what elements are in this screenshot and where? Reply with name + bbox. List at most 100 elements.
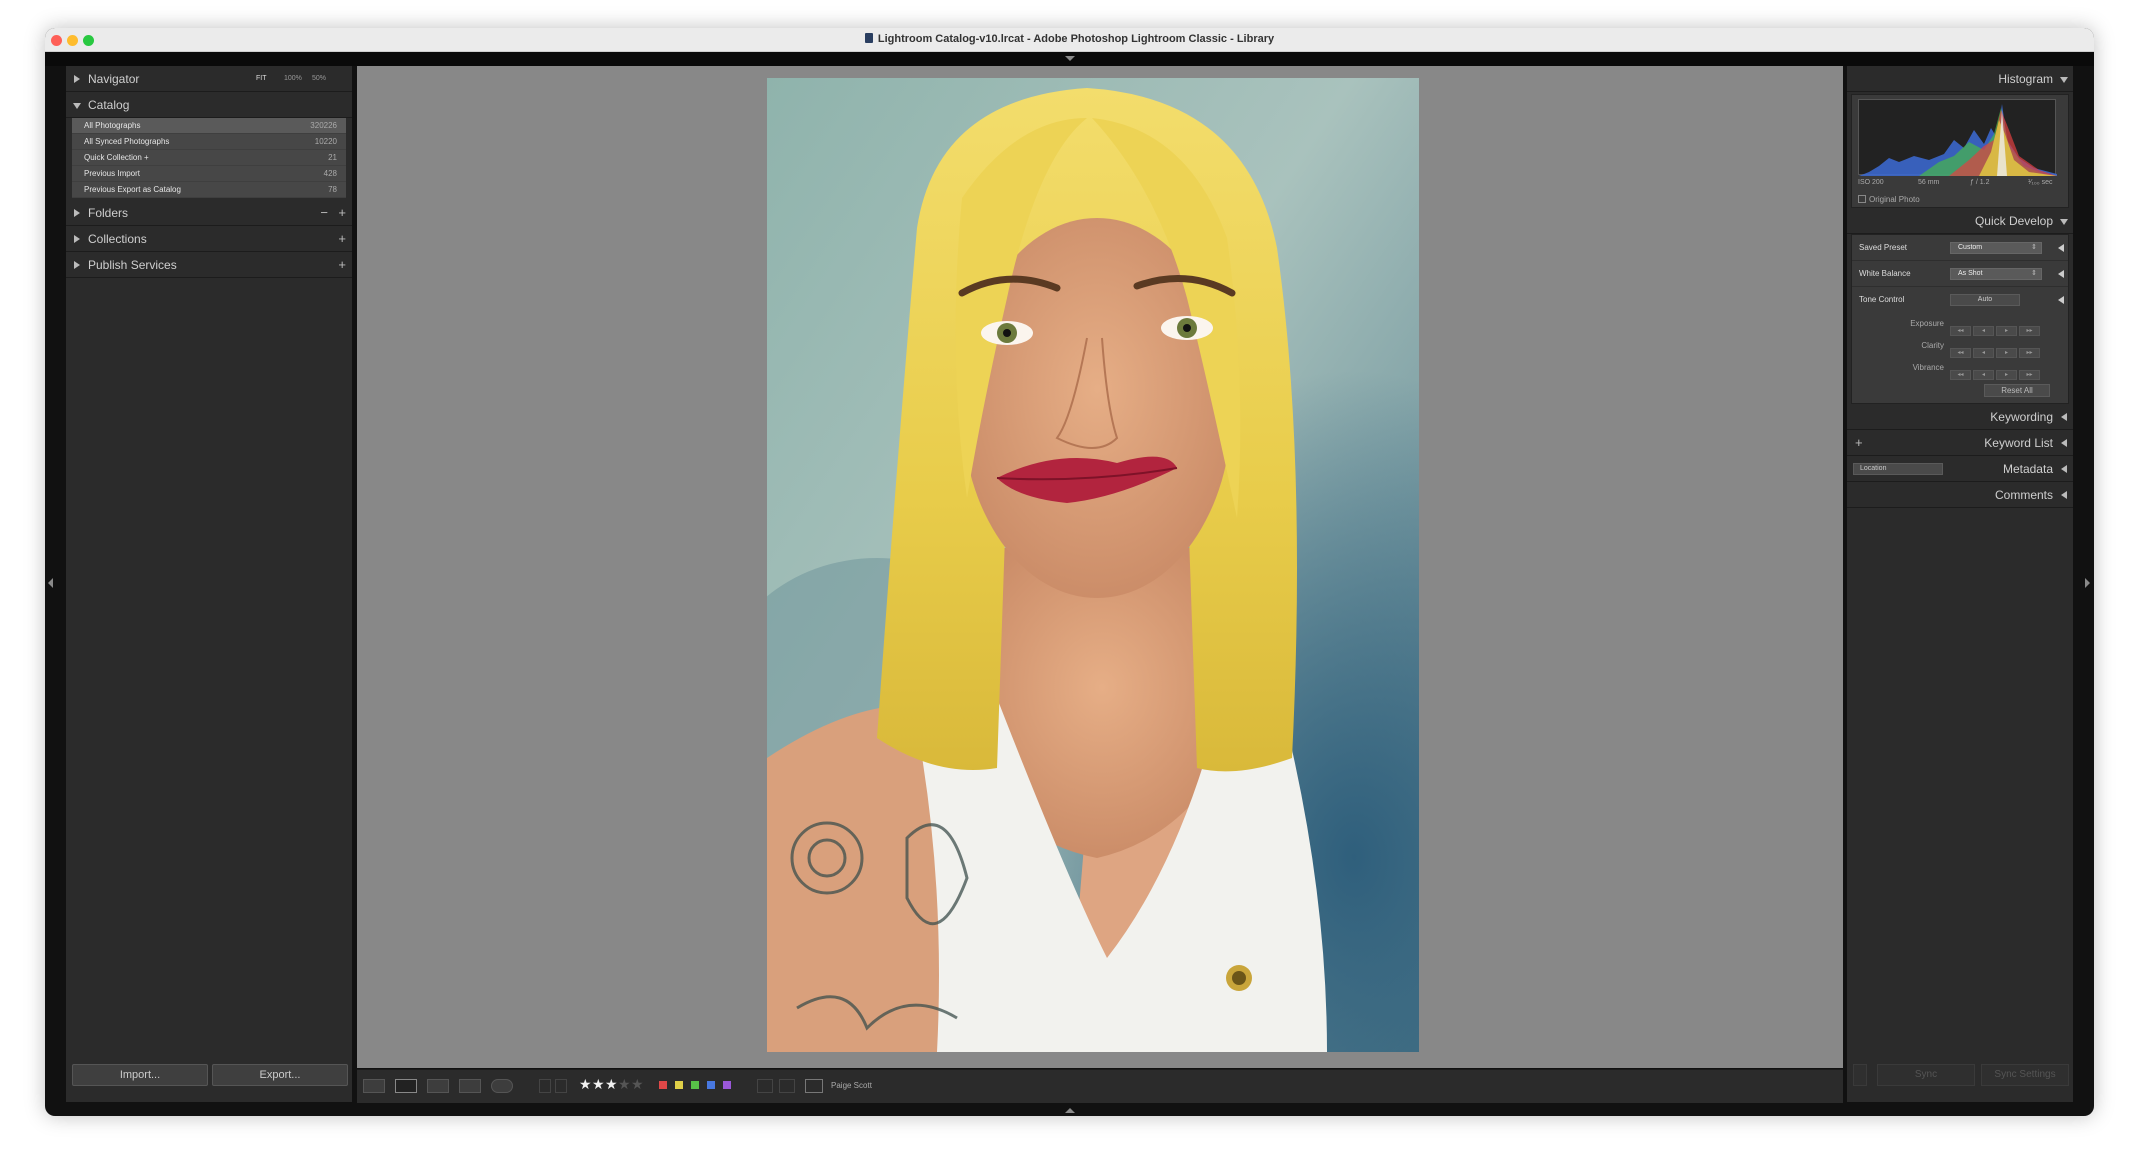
original-photo-toggle[interactable]: Original Photo [1858,195,1920,204]
loupe-view-icon[interactable] [395,1079,417,1093]
histogram-header[interactable]: Histogram [1847,66,2073,92]
catalog-list: All Photographs 320226 All Synced Photogr… [72,118,346,198]
color-label-swatch[interactable] [707,1081,715,1089]
color-label-swatch[interactable] [691,1081,699,1089]
flag-pick-icon[interactable] [539,1079,551,1093]
rating-star-icon[interactable]: ★ [592,1076,605,1093]
collections-header[interactable]: Collections + [66,226,352,252]
compare-view-icon[interactable] [427,1079,449,1093]
sync-settings-button[interactable]: Sync Settings [1981,1064,2069,1086]
publish-services-label: Publish Services [88,258,177,272]
show-top-panel-icon[interactable] [1065,56,1075,61]
auto-tone-button[interactable]: Auto [1950,294,2020,306]
expand-folders-icon [74,209,80,217]
add-folder-icon[interactable]: + [338,200,346,226]
navigator-label: Navigator [88,72,140,86]
rating-star-icon[interactable]: ★ [631,1076,644,1093]
saved-preset-value: Custom [1958,244,1983,251]
original-photo-checkbox[interactable] [1858,195,1866,203]
expand-publish-services-icon [74,261,80,269]
show-right-panel-icon[interactable] [2085,578,2090,588]
photo-preview[interactable] [767,78,1419,1052]
app-window: Lightroom Catalog-v10.lrcat - Adobe Phot… [45,28,2094,1116]
zoom-fit[interactable]: FIT [256,66,267,92]
left-panel: Navigator FIT 100% 50% Catalog All Photo… [66,66,352,1102]
expand-tone-control-icon[interactable] [2058,296,2064,304]
export-button[interactable]: Export... [212,1064,348,1086]
catalog-item-quick-collection[interactable]: Quick Collection + 21 [72,150,346,166]
histogram-label: Histogram [1998,72,2053,86]
window-title-text: Lightroom Catalog-v10.lrcat - Adobe Phot… [877,33,1275,45]
title-bar: Lightroom Catalog-v10.lrcat - Adobe Phot… [45,28,2094,52]
remove-folder-icon[interactable]: − [320,200,328,226]
sync-button[interactable]: Sync [1877,1064,1975,1086]
metadata-label: Metadata [2002,462,2053,476]
metadata-header[interactable]: Location Metadata [1847,456,2073,482]
keywording-header[interactable]: Keywording [1847,404,2073,430]
quick-develop-header[interactable]: Quick Develop [1847,208,2073,234]
navigator-header[interactable]: Navigator FIT 100% 50% [66,66,352,92]
clarity-row: Clarity ◂◂ ◂ ▸ ▸▸ [1852,335,2068,358]
add-collection-icon[interactable]: + [338,226,346,252]
show-filmstrip-icon[interactable] [1065,1108,1075,1113]
exposure-label: Exposure [1910,319,1944,328]
white-balance-row: White Balance As Shot ⇕ [1852,261,2068,287]
folders-header[interactable]: Folders − + [66,200,352,226]
show-left-panel-icon[interactable] [48,578,53,588]
expand-comments-icon [2061,491,2067,499]
expand-white-balance-icon[interactable] [2058,270,2064,278]
expand-metadata-icon [2061,465,2067,473]
catalog-item-label: All Photographs [84,121,141,130]
catalog-item-all-photographs[interactable]: All Photographs 320226 [72,118,346,134]
white-balance-select[interactable]: As Shot ⇕ [1950,268,2042,280]
catalog-item-label: All Synced Photographs [84,137,170,146]
person-name-label: Paige Scott [831,1081,872,1090]
catalog-item-count: 10220 [314,137,337,146]
zoom-100[interactable]: 100% [284,66,302,92]
top-panel-strip[interactable] [45,52,2094,66]
metadata-preset-select[interactable]: Location [1853,463,1943,475]
catalog-item-all-synced[interactable]: All Synced Photographs 10220 [72,134,346,150]
keywording-label: Keywording [1990,410,2053,424]
color-label-swatch[interactable] [659,1081,667,1089]
folders-label: Folders [88,206,129,220]
catalog-item-previous-export[interactable]: Previous Export as Catalog 78 [72,182,346,198]
auto-sync-toggle[interactable] [1853,1064,1867,1086]
expand-saved-preset-icon[interactable] [2058,244,2064,252]
catalog-item-label: Previous Export as Catalog [84,185,181,194]
face-region-icon[interactable] [805,1079,823,1093]
saved-preset-row: Saved Preset Custom ⇕ [1852,235,2068,261]
publish-services-header[interactable]: Publish Services + [66,252,352,278]
vibrance-label: Vibrance [1912,363,1944,372]
flag-reject-icon[interactable] [555,1079,567,1093]
comments-label: Comments [1994,488,2053,502]
rotate-right-icon[interactable] [779,1079,795,1093]
import-button[interactable]: Import... [72,1064,208,1086]
keyword-list-header[interactable]: + Keyword List [1847,430,2073,456]
right-panel: Histogram ISO 200 56 mm ƒ / 1.2 ¹⁄₁₀₀ se… [1847,66,2073,1102]
rating-star-icon[interactable]: ★ [605,1076,618,1093]
catalog-header[interactable]: Catalog [66,92,352,118]
window-title: Lightroom Catalog-v10.lrcat - Adobe Phot… [45,33,2094,45]
reset-all-button[interactable]: Reset All [1984,384,2050,397]
reset-all-row: Reset All [1852,379,2068,403]
rating-star-icon[interactable]: ★ [579,1076,592,1093]
comments-header[interactable]: Comments [1847,482,2073,508]
saved-preset-select[interactable]: Custom ⇕ [1950,242,2042,254]
rating-star-icon[interactable]: ★ [618,1076,631,1093]
histogram-panel: ISO 200 56 mm ƒ / 1.2 ¹⁄₁₀₀ sec Original… [1851,94,2069,208]
iso-value: ISO 200 [1858,179,1884,186]
color-label-swatch[interactable] [723,1081,731,1089]
color-label-swatch[interactable] [675,1081,683,1089]
catalog-item-count: 78 [328,185,337,194]
add-publish-service-icon[interactable]: + [338,252,346,278]
catalog-item-label: Previous Import [84,169,141,178]
histogram-graph[interactable] [1858,99,2057,176]
catalog-item-previous-import[interactable]: Previous Import 428 [72,166,346,182]
people-view-icon[interactable] [491,1079,513,1093]
zoom-50[interactable]: 50% [312,66,326,92]
rotate-left-icon[interactable] [757,1079,773,1093]
add-keyword-icon[interactable]: + [1855,430,1863,456]
grid-view-icon[interactable] [363,1079,385,1093]
survey-view-icon[interactable] [459,1079,481,1093]
